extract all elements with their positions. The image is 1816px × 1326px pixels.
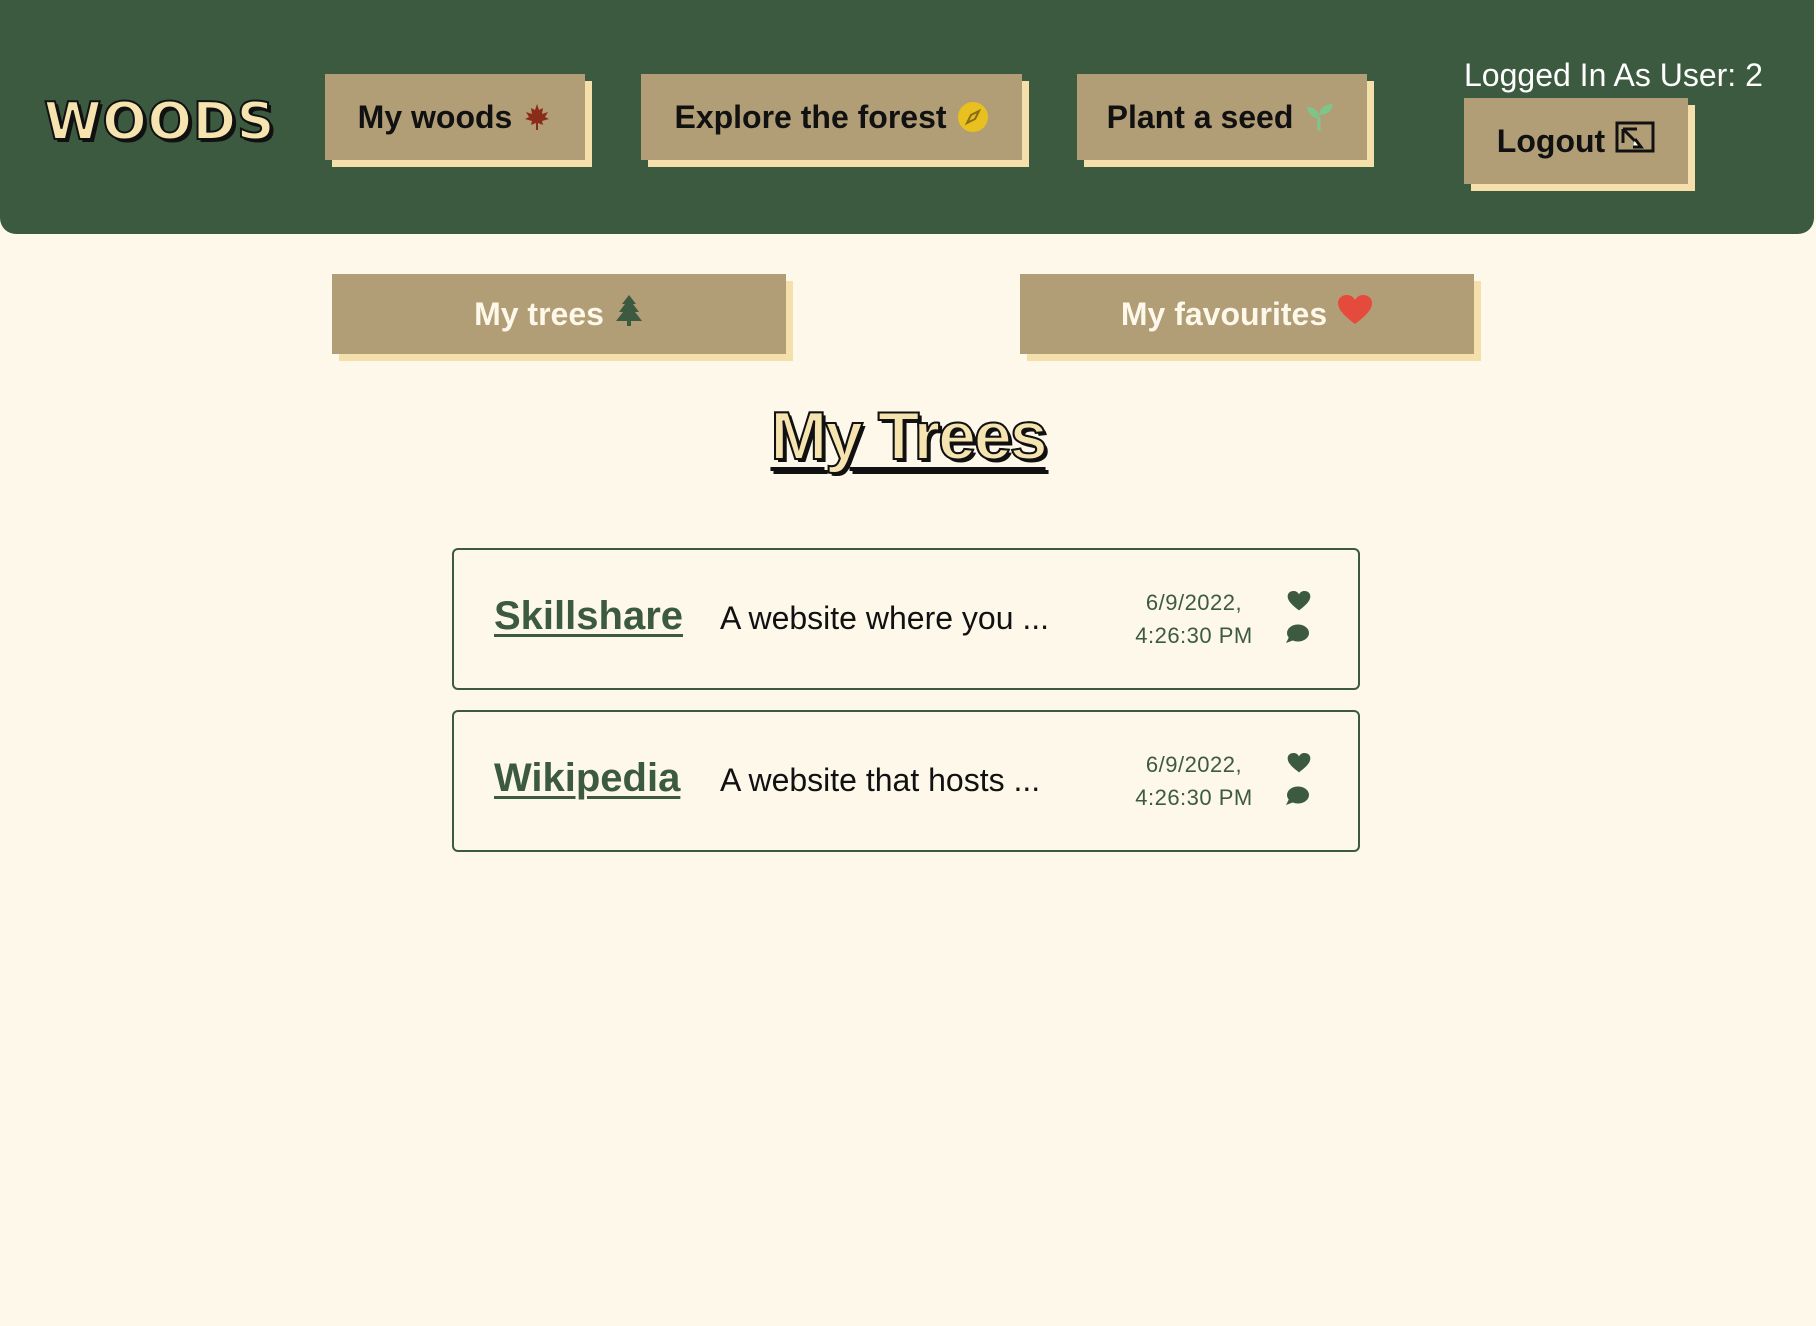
- tree-time: 4:26:30 PM: [1135, 623, 1253, 648]
- logout-icon: [1615, 121, 1655, 161]
- page: WOODS My woods Explore the forest Plant …: [0, 0, 1816, 1326]
- tab-my-trees[interactable]: My trees: [332, 274, 786, 354]
- tree-date: 6/9/2022,: [1145, 590, 1243, 615]
- tree-name-link[interactable]: Skillshare: [494, 594, 683, 639]
- explore-forest-button[interactable]: Explore the forest: [641, 74, 1022, 160]
- comment-icon[interactable]: [1284, 621, 1310, 647]
- tab-my-favourites[interactable]: My favourites: [1020, 274, 1474, 354]
- logout-label: Logout: [1496, 122, 1606, 159]
- page-title: My Trees: [769, 397, 1048, 475]
- tree-card: Wikipedia A website that hosts ... 6/9/2…: [452, 710, 1360, 852]
- top-header: WOODS My woods Explore the forest Plant …: [0, 0, 1814, 234]
- site-logo[interactable]: WOODS: [43, 91, 275, 153]
- seedling-icon: [1303, 101, 1337, 133]
- tree-timestamp: 6/9/2022, 4:26:30 PM: [1114, 586, 1274, 652]
- tree-time: 4:26:30 PM: [1135, 785, 1253, 810]
- tree-name-link[interactable]: Wikipedia: [494, 756, 680, 801]
- logged-in-user-label: Logged In As User: 2: [1464, 57, 1763, 93]
- tab-my-trees-label: My trees: [474, 295, 604, 332]
- my-woods-label: My woods: [357, 98, 513, 135]
- tree-icon: [614, 294, 644, 334]
- tree-actions: [1276, 588, 1316, 652]
- plant-seed-button[interactable]: Plant a seed: [1077, 74, 1367, 160]
- tree-card: Skillshare A website where you ... 6/9/2…: [452, 548, 1360, 690]
- tree-timestamp: 6/9/2022, 4:26:30 PM: [1114, 748, 1274, 814]
- tree-actions: [1276, 750, 1316, 814]
- compass-icon: [957, 101, 989, 133]
- favourite-heart-icon[interactable]: [1286, 750, 1312, 776]
- user-block: Logged In As User: 2 Logout: [1464, 54, 1794, 184]
- tab-my-favourites-label: My favourites: [1120, 295, 1328, 332]
- maple-leaf-icon: [522, 102, 552, 132]
- logout-button[interactable]: Logout: [1464, 98, 1688, 184]
- heart-icon: [1337, 294, 1373, 334]
- plant-seed-label: Plant a seed: [1106, 98, 1294, 135]
- favourite-heart-icon[interactable]: [1286, 588, 1312, 614]
- tree-date: 6/9/2022,: [1145, 752, 1243, 777]
- comment-icon[interactable]: [1284, 783, 1310, 809]
- explore-forest-label: Explore the forest: [674, 98, 947, 135]
- my-woods-button[interactable]: My woods: [325, 74, 585, 160]
- tree-description: A website that hosts ...: [720, 762, 1041, 798]
- tree-description: A website where you ...: [720, 600, 1050, 636]
